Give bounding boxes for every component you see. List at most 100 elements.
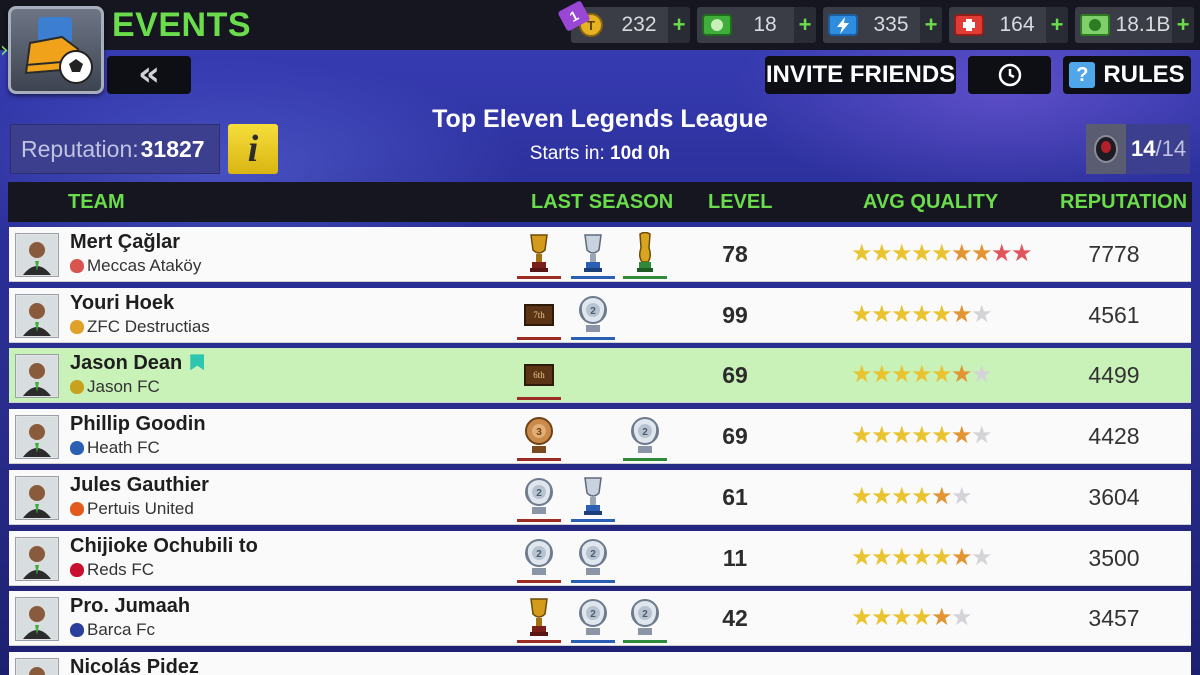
events-app-icon[interactable] <box>8 6 104 94</box>
competition-color-bar <box>517 518 561 522</box>
gold-star-icon: ★ <box>891 481 913 510</box>
currency-health[interactable]: 164 + <box>949 7 1068 43</box>
team-crest-icon <box>70 380 84 395</box>
bronze-medal-3-icon[interactable]: 3 <box>517 413 561 462</box>
team-row[interactable]: Chijioke Ochubili to Reds FC 2 2 11 ★ ★ ★ ★ ★ ★ ★ 35… <box>9 530 1191 586</box>
rules-label: RULES <box>1103 61 1185 88</box>
manager-name-text: Jason Dean <box>70 352 183 375</box>
column-team[interactable]: TEAM <box>68 191 125 214</box>
placement-placard-icon[interactable]: 7th <box>517 292 561 340</box>
team-row[interactable]: Jules Gauthier Pertuis United 2 61 ★ ★ ★ ★ ★ ★ 360… <box>9 469 1191 525</box>
gold-star-icon: ★ <box>871 299 893 328</box>
gold-cup-icon[interactable] <box>517 595 561 644</box>
manager-name[interactable]: Jules Gauthier <box>70 474 209 497</box>
silver-cup-icon[interactable] <box>571 231 615 279</box>
svg-text:3: 3 <box>536 427 542 438</box>
add-health-button[interactable]: + <box>1046 7 1068 43</box>
empty-star-icon: ★ <box>971 360 993 389</box>
manager-name[interactable]: Youri Hoek <box>70 292 174 315</box>
silver-medal-2-icon[interactable]: 2 <box>517 474 561 522</box>
info-button[interactable]: i <box>228 124 278 174</box>
silver-medal-2-icon[interactable]: 2 <box>517 535 561 583</box>
team-name-text: Reds FC <box>87 559 155 579</box>
column-avg-quality[interactable]: AVG QUALITY <box>863 191 998 214</box>
team-row[interactable]: Nicolás Pidez <box>9 651 1191 675</box>
health-cross-icon <box>952 11 986 39</box>
manager-name[interactable]: Pro. Jumaah <box>70 595 190 618</box>
manager-name[interactable]: Mert Çağlar <box>70 231 180 254</box>
team-crest-icon <box>70 623 84 638</box>
placement-placard-icon[interactable]: 6th <box>517 352 561 401</box>
team-name[interactable]: ZFC Destructias <box>70 317 210 337</box>
svg-text:2: 2 <box>536 549 542 560</box>
empty-star-icon: ★ <box>951 603 973 632</box>
team-name[interactable]: Heath FC <box>70 438 160 458</box>
gold-star-icon: ★ <box>851 299 873 328</box>
team-name[interactable]: Jason FC <box>70 377 160 397</box>
team-crest-icon <box>70 319 84 334</box>
manager-avatar[interactable] <box>15 536 59 581</box>
competition-color-bar <box>571 640 615 644</box>
add-boost-button[interactable]: + <box>920 7 942 43</box>
column-reputation[interactable]: REPUTATION <box>1060 191 1187 214</box>
manager-name[interactable]: Chijioke Ochubili to <box>70 535 258 558</box>
manager-avatar[interactable] <box>15 293 59 338</box>
team-row[interactable]: Phillip Goodin Heath FC 3 2 69 ★ ★ ★ ★ ★ ★ ★ 4428 <box>9 409 1191 465</box>
add-cash-button[interactable]: + <box>794 7 816 43</box>
manager-avatar[interactable] <box>15 475 59 520</box>
team-row[interactable]: Jason Dean Jason FC 6th 69 ★ ★ ★ ★ ★ ★ ★ 4499 <box>9 348 1191 404</box>
question-book-icon: ? <box>1069 62 1096 88</box>
silver-medal-2-icon[interactable]: 2 <box>623 413 667 462</box>
team-name[interactable]: Meccas Ataköy <box>70 256 201 276</box>
team-row[interactable]: Pro. Jumaah Barca Fc 2 2 42 ★ ★ ★ ★ ★ ★ 3457 <box>9 591 1191 647</box>
add-tokens-button[interactable]: + <box>668 7 690 43</box>
team-row[interactable]: Mert Çağlar Meccas Ataköy 78 ★ ★ ★ ★ ★ ★ ★ ★ ★ 7778 <box>9 227 1191 282</box>
orange-star-icon: ★ <box>951 239 973 267</box>
gold-star-icon: ★ <box>931 421 953 450</box>
manager-avatar[interactable] <box>15 233 59 277</box>
empty-star-icon: ★ <box>951 481 973 510</box>
league-start-time: Starts in: 10d 0h <box>380 143 820 165</box>
gold-cup-icon[interactable] <box>517 231 561 279</box>
side-menu-chevron-icon[interactable]: › <box>0 36 10 66</box>
silver-medal-2-icon[interactable]: 2 <box>571 292 615 340</box>
lightning-boost-icon <box>826 11 860 39</box>
manager-avatar[interactable] <box>15 415 59 460</box>
gold-star-icon: ★ <box>911 360 933 389</box>
manager-avatar[interactable] <box>15 597 59 642</box>
currency-banknote[interactable]: 18.1B + <box>1075 7 1194 43</box>
world-cup-icon[interactable] <box>623 231 667 279</box>
history-button[interactable] <box>968 56 1051 94</box>
team-name[interactable]: Barca Fc <box>70 620 155 640</box>
manager-name[interactable]: Nicolás Pidez <box>70 656 199 675</box>
silver-medal-2-icon[interactable]: 2 <box>571 595 615 644</box>
team-name[interactable]: Reds FC <box>70 560 154 580</box>
silver-medal-2-icon[interactable]: 2 <box>623 595 667 644</box>
column-last-season[interactable]: LAST SEASON <box>531 191 673 214</box>
rules-button[interactable]: ? RULES <box>1063 56 1191 94</box>
manager-avatar[interactable] <box>15 657 59 675</box>
team-reputation: 4428 <box>1088 423 1140 450</box>
gold-star-icon: ★ <box>871 421 893 450</box>
manager-name[interactable]: Jason Dean <box>70 352 205 375</box>
participants-total: /14 <box>1155 136 1187 161</box>
svg-text:2: 2 <box>590 306 596 317</box>
currency-cash[interactable]: 18 + <box>697 7 816 43</box>
team-row[interactable]: Youri Hoek ZFC Destructias 7th 2 99 ★ ★ ★ ★ ★ ★ ★ 45… <box>9 287 1191 343</box>
add-banknote-button[interactable]: + <box>1172 7 1194 43</box>
currency-boost[interactable]: 335 + <box>823 7 942 43</box>
team-reputation: 3604 <box>1088 483 1140 510</box>
currency-tokens[interactable]: 1 T 232 + <box>557 0 690 43</box>
team-crest-icon <box>70 501 84 516</box>
silver-medal-2-icon[interactable]: 2 <box>571 535 615 583</box>
team-name[interactable]: Pertuis United <box>70 499 194 519</box>
gold-star-icon: ★ <box>891 360 913 389</box>
invite-friends-button[interactable]: INVITE FRIENDS <box>765 56 956 94</box>
column-level[interactable]: LEVEL <box>708 191 772 214</box>
manager-avatar[interactable] <box>15 354 59 399</box>
manager-name[interactable]: Phillip Goodin <box>70 413 206 436</box>
manager-name-text: Mert Çağlar <box>70 231 181 253</box>
silver-cup-icon[interactable] <box>571 474 615 522</box>
team-reputation: 3500 <box>1088 544 1140 571</box>
back-button[interactable]: « <box>107 56 191 94</box>
